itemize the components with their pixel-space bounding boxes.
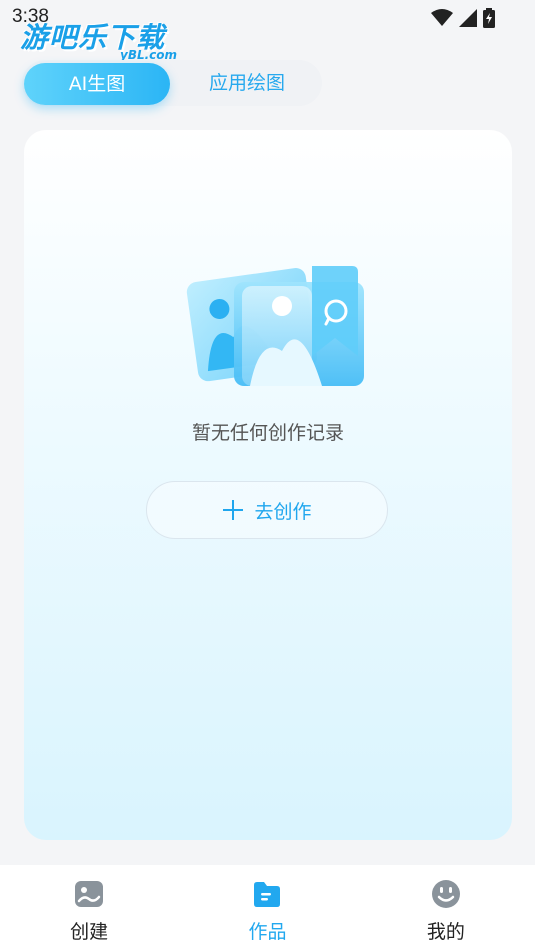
signal-icon <box>459 9 477 27</box>
image-gallery-illustration <box>186 266 364 386</box>
nav-item-mine[interactable]: 我的 <box>357 865 535 951</box>
tab-app-drawing[interactable]: 应用绘图 <box>182 60 312 106</box>
empty-state-message: 暂无任何创作记录 <box>191 422 344 444</box>
bottom-nav: 创建 作品 我的 <box>0 865 535 951</box>
smiley-icon <box>431 880 460 908</box>
battery-icon <box>483 8 495 28</box>
nav-item-create[interactable]: 创建 <box>0 865 178 951</box>
mode-tabs: AI生图 应用绘图 <box>22 60 322 106</box>
image-icon <box>75 881 104 907</box>
nav-label-mine: 我的 <box>426 921 465 943</box>
go-create-label: 去创作 <box>254 500 312 523</box>
works-card: 暂无任何创作记录 去创作 <box>24 130 512 840</box>
wifi-icon <box>431 9 453 26</box>
go-create-button[interactable]: 去创作 <box>146 481 388 539</box>
tab-ai-image[interactable]: AI生图 <box>24 63 170 105</box>
folder-icon <box>254 882 281 907</box>
plus-icon <box>222 499 244 521</box>
nav-label-works: 作品 <box>248 921 287 943</box>
nav-label-create: 创建 <box>70 921 109 943</box>
status-icons <box>431 8 495 28</box>
nav-item-works[interactable]: 作品 <box>178 865 356 951</box>
